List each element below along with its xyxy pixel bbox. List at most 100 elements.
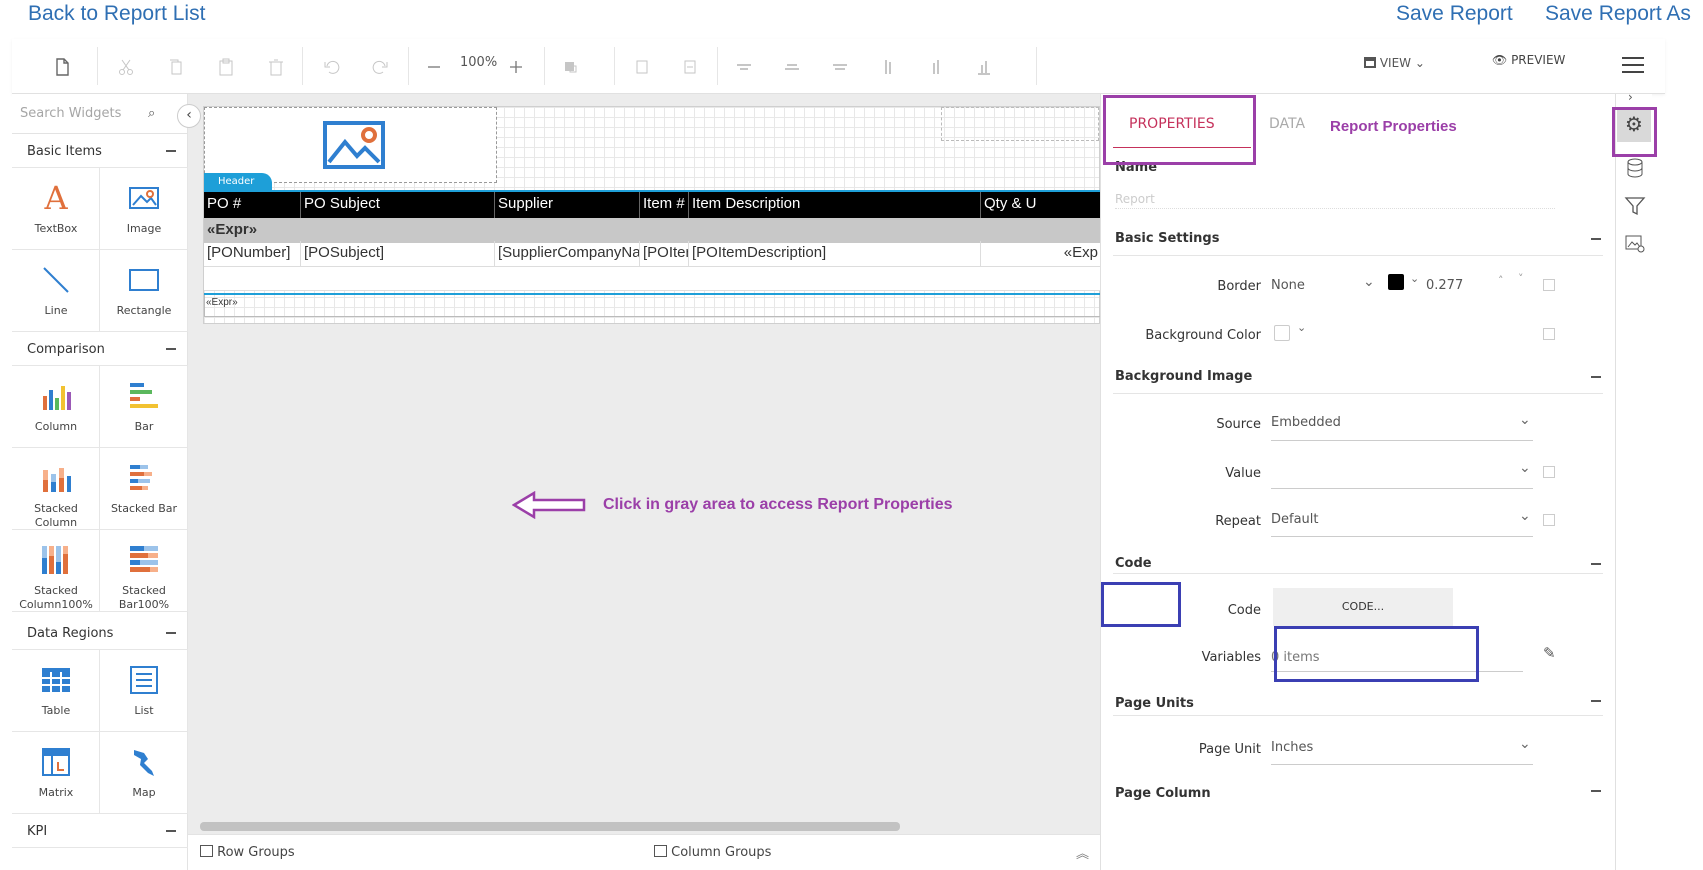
widget-table[interactable]: Table [12, 650, 100, 732]
widget-image[interactable]: Image [100, 168, 188, 250]
search-widgets-box[interactable]: Search Widgets ⌕ [12, 94, 188, 134]
widget-stacked-column[interactable]: Stacked Column [12, 448, 100, 530]
chevron-down-icon[interactable]: ⌄ [1410, 272, 1419, 285]
border-select[interactable]: None [1271, 278, 1305, 293]
chevron-down-icon[interactable]: ⌄ [1363, 274, 1375, 290]
widget-stacked-bar100[interactable]: Stacked Bar100% [100, 530, 188, 612]
zoom-in-icon[interactable] [506, 57, 526, 77]
column-header[interactable]: PO Subject [301, 192, 495, 218]
empty-row[interactable] [204, 267, 1101, 291]
section-basic-items[interactable]: Basic Items [12, 134, 188, 168]
section-kpi[interactable]: KPI [12, 814, 188, 848]
database-icon[interactable] [1626, 158, 1644, 178]
align-top-icon[interactable] [734, 57, 754, 77]
widget-column[interactable]: Column [12, 366, 100, 448]
collapse-panel-button[interactable]: ‹ [177, 104, 201, 128]
widget-line[interactable]: Line [12, 250, 100, 332]
chevron-down-icon[interactable]: ⌄ [1519, 736, 1531, 752]
chevron-right-icon[interactable]: › [1628, 90, 1633, 104]
page-unit-select[interactable]: Inches [1271, 740, 1313, 755]
zoom-out-icon[interactable] [424, 57, 444, 77]
repeat-select[interactable]: Default [1271, 512, 1319, 527]
widget-matrix[interactable]: Matrix [12, 732, 100, 814]
collapse-icon[interactable] [166, 150, 176, 152]
section-code[interactable]: Code [1113, 544, 1603, 574]
section-basic-settings[interactable]: Basic Settings [1113, 226, 1603, 256]
column-header[interactable]: Qty & U [981, 192, 1101, 218]
size-icon[interactable] [974, 57, 994, 77]
detail-cell[interactable]: [POSubject] [301, 241, 495, 267]
background-color-checkbox[interactable] [1543, 328, 1555, 340]
filter-icon[interactable] [1624, 196, 1646, 216]
section-data-regions[interactable]: Data Regions [12, 616, 188, 650]
copy-icon[interactable] [166, 57, 186, 77]
align-center-icon[interactable] [680, 57, 700, 77]
save-report-link[interactable]: Save Report [1396, 2, 1513, 26]
section-page-units[interactable]: Page Units [1113, 686, 1603, 716]
code-button[interactable]: CODE... [1273, 588, 1453, 626]
collapse-icon[interactable] [1591, 790, 1601, 792]
image-settings-icon[interactable] [1624, 234, 1646, 254]
widget-stacked-bar[interactable]: Stacked Bar [100, 448, 188, 530]
chevron-down-icon[interactable]: ⌄ [1297, 321, 1306, 334]
tab-data[interactable]: DATA [1269, 116, 1305, 132]
image-placeholder[interactable] [204, 107, 497, 183]
section-comparison[interactable]: Comparison [12, 332, 188, 366]
value-select[interactable] [1271, 466, 1521, 482]
textbox-placeholder[interactable] [941, 107, 1099, 141]
collapse-icon[interactable] [1591, 700, 1601, 702]
column-header[interactable]: PO # [204, 192, 301, 218]
arrange-icon[interactable] [562, 57, 582, 77]
align-bottom-icon[interactable] [830, 57, 850, 77]
spin-up-icon[interactable]: ˄ [1498, 274, 1504, 287]
column-header[interactable]: Supplier [495, 192, 640, 218]
distribute-v-icon[interactable] [878, 57, 898, 77]
header-tab[interactable]: Header [204, 173, 272, 191]
chevron-down-icon[interactable]: ⌄ [1519, 460, 1531, 476]
preview-button[interactable]: 👁 PREVIEW [1492, 53, 1565, 67]
spin-down-icon[interactable]: ˅ [1518, 272, 1524, 285]
value-checkbox[interactable] [1543, 466, 1555, 478]
column-groups-button[interactable]: Column Groups [654, 845, 771, 860]
widget-rectangle[interactable]: Rectangle [100, 250, 188, 332]
chevron-down-icon[interactable]: ⌄ [1519, 508, 1531, 524]
source-select[interactable]: Embedded [1271, 415, 1341, 430]
detail-cell[interactable]: [PONumber] [204, 241, 301, 267]
detail-cell[interactable]: «Exp [981, 241, 1101, 267]
border-checkbox[interactable] [1543, 279, 1555, 291]
collapse-icon[interactable] [166, 348, 176, 350]
detail-cell[interactable]: [POIter [640, 241, 689, 267]
detail-cell[interactable]: [POItemDescription] [689, 241, 981, 267]
widget-list[interactable]: List [100, 650, 188, 732]
row-groups-button[interactable]: Row Groups [200, 845, 295, 860]
align-left-icon[interactable] [632, 57, 652, 77]
search-input[interactable]: Search Widgets [20, 106, 121, 121]
cut-icon[interactable] [116, 57, 136, 77]
report-body[interactable]: Header PO # PO Subject Supplier Item # I… [203, 106, 1101, 324]
expand-up-icon[interactable]: ︽ [1076, 843, 1089, 862]
save-report-as-link[interactable]: Save Report As [1545, 2, 1691, 26]
widget-textbox[interactable]: A TextBox [12, 168, 100, 250]
border-width-input[interactable]: 0.277 [1426, 278, 1463, 293]
redo-icon[interactable] [370, 57, 390, 77]
background-color-swatch[interactable] [1274, 325, 1290, 341]
widget-map[interactable]: Map [100, 732, 188, 814]
view-dropdown[interactable]: VIEW ⌄ [1364, 56, 1425, 70]
widget-stacked-column100[interactable]: Stacked Column100% [12, 530, 100, 612]
edit-pencil-icon[interactable]: ✎ [1543, 644, 1556, 662]
collapse-icon[interactable] [166, 830, 176, 832]
section-page-column[interactable]: Page Column [1113, 776, 1603, 806]
column-header[interactable]: Item # [640, 192, 689, 218]
back-to-report-list-link[interactable]: Back to Report List [28, 2, 205, 26]
undo-icon[interactable] [322, 57, 342, 77]
distribute-h-icon[interactable] [926, 57, 946, 77]
name-input[interactable]: Report [1115, 192, 1555, 209]
collapse-icon[interactable] [166, 632, 176, 634]
collapse-icon[interactable] [1591, 238, 1601, 240]
paste-icon[interactable] [216, 57, 236, 77]
chevron-down-icon[interactable]: ⌄ [1519, 412, 1531, 428]
column-header[interactable]: Item Description [689, 192, 981, 218]
collapse-icon[interactable] [1591, 376, 1601, 378]
repeat-checkbox[interactable] [1543, 514, 1555, 526]
horizontal-scrollbar[interactable] [188, 819, 1100, 833]
